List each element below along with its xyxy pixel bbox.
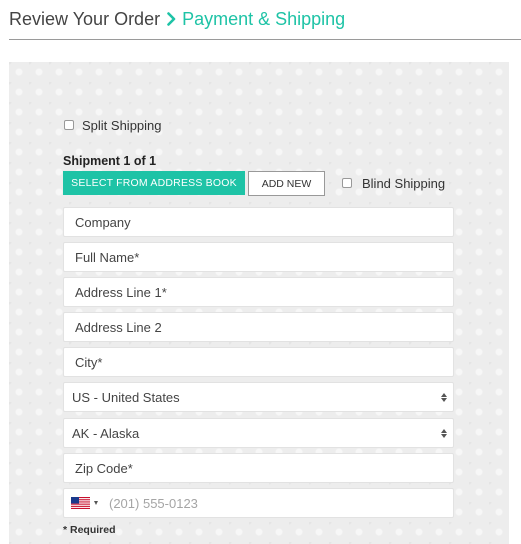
state-selected-value: AK - Alaska xyxy=(72,425,140,441)
breadcrumb-step-review[interactable]: Review Your Order xyxy=(9,9,160,30)
address-line-1-placeholder: Address Line 1* xyxy=(75,284,167,300)
split-shipping-label: Split Shipping xyxy=(82,117,162,133)
blind-shipping-checkbox[interactable] xyxy=(342,178,352,188)
phone-field[interactable]: (201) 555-0123 xyxy=(63,488,454,518)
state-select[interactable]: AK - Alaska xyxy=(63,418,454,448)
select-from-address-book-button[interactable]: SELECT FROM ADDRESS BOOK xyxy=(63,171,245,195)
address-line-2-field[interactable]: Address Line 2 xyxy=(63,312,454,342)
city-field[interactable]: City* xyxy=(63,347,454,377)
blind-shipping-row[interactable]: Blind Shipping xyxy=(342,175,445,191)
split-shipping-checkbox[interactable] xyxy=(64,120,74,130)
zip-code-placeholder: Zip Code* xyxy=(75,460,133,476)
company-placeholder: Company xyxy=(75,214,131,230)
company-field[interactable]: Company xyxy=(63,207,454,237)
phone-placeholder: (201) 555-0123 xyxy=(109,495,198,511)
chevron-right-icon xyxy=(167,12,176,26)
header-divider xyxy=(9,39,521,40)
breadcrumb-step-payment: Payment & Shipping xyxy=(182,8,346,29)
blind-shipping-label: Blind Shipping xyxy=(362,175,446,191)
select-arrows-icon xyxy=(440,428,448,438)
select-arrows-icon xyxy=(440,392,448,402)
address-line-2-placeholder: Address Line 2 xyxy=(75,319,162,335)
country-selected-value: US - United States xyxy=(72,389,180,405)
full-name-placeholder: Full Name* xyxy=(75,249,140,265)
shipment-title: Shipment 1 of 1 xyxy=(63,154,157,168)
split-shipping-row[interactable]: Split Shipping xyxy=(64,117,162,133)
full-name-field[interactable]: Full Name* xyxy=(63,242,454,272)
city-placeholder: City* xyxy=(75,354,103,370)
country-code-dropdown-icon[interactable] xyxy=(94,501,98,505)
zip-code-field[interactable]: Zip Code* xyxy=(63,453,454,483)
breadcrumb: Review Your Order Payment & Shipping xyxy=(9,7,345,31)
add-new-address-button[interactable]: ADD NEW xyxy=(248,171,325,196)
us-flag-icon[interactable] xyxy=(71,497,90,509)
country-select[interactable]: US - United States xyxy=(63,382,454,412)
required-note: * Required xyxy=(63,524,116,536)
address-line-1-field[interactable]: Address Line 1* xyxy=(63,277,454,307)
